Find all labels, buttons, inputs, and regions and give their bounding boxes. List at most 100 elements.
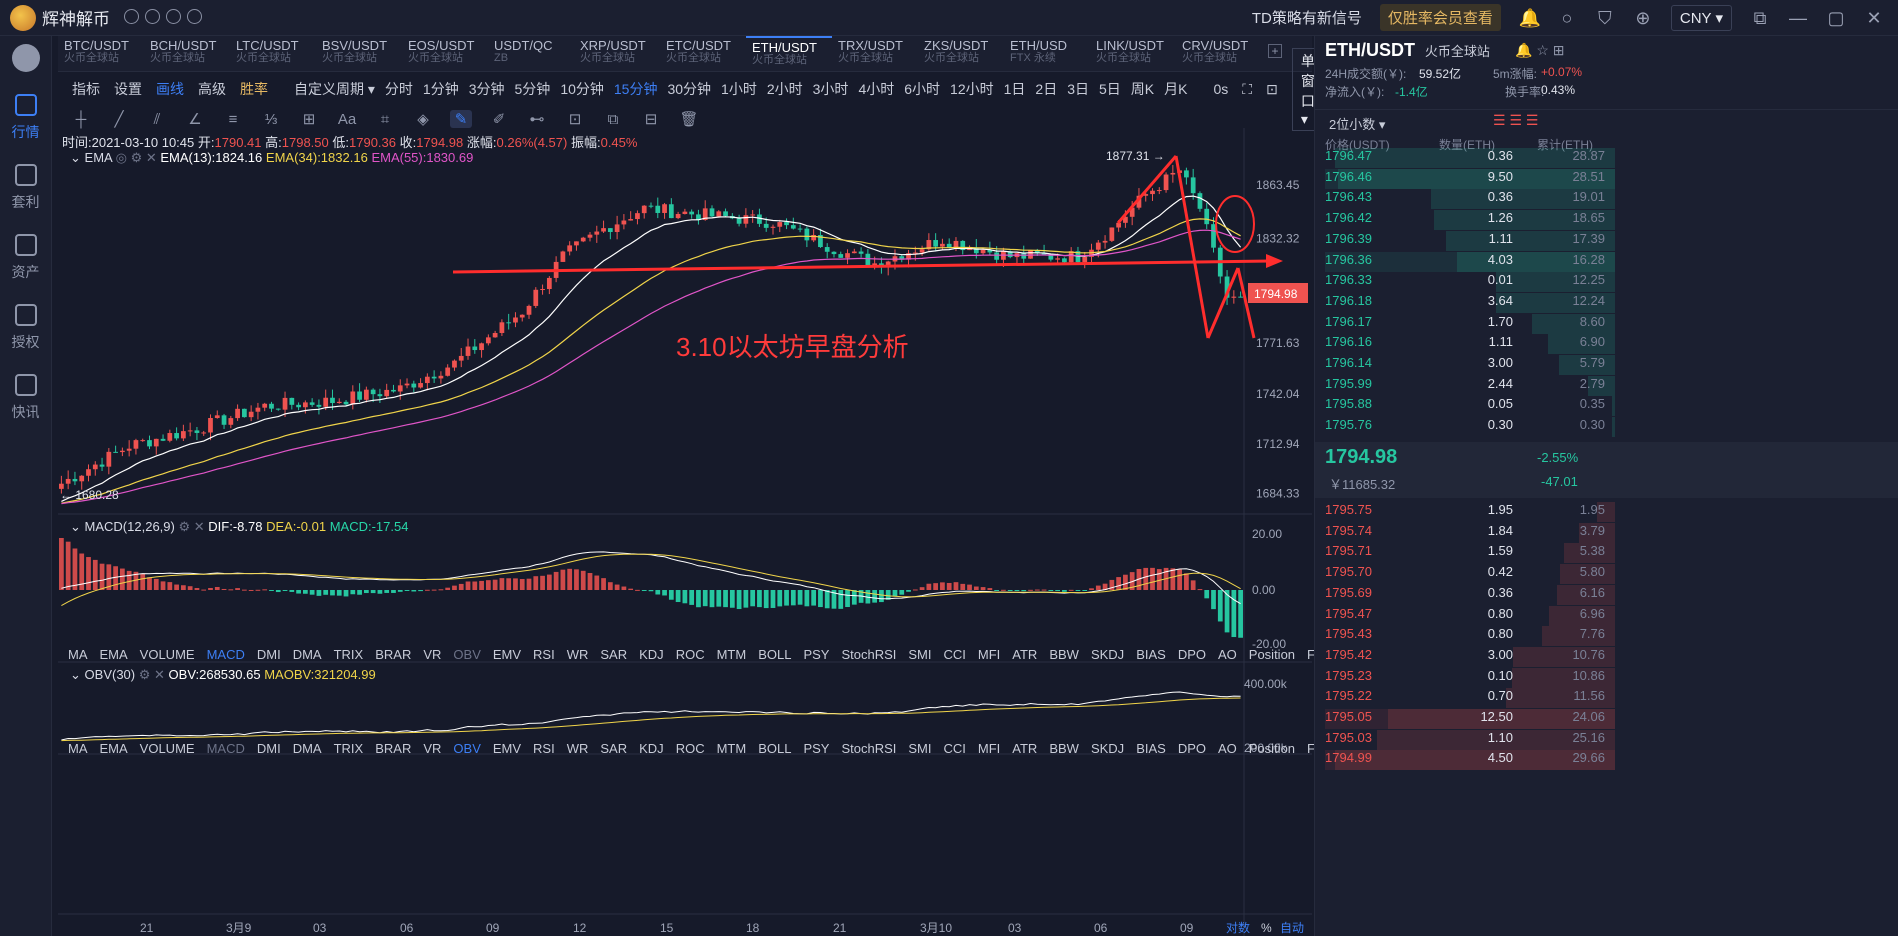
asks-row[interactable]: 1795.88 0.05 0.35 <box>1325 396 1898 417</box>
bids-row[interactable]: 1795.70 0.42 5.80 <box>1325 564 1898 585</box>
axis-option[interactable]: 对数 <box>1226 920 1250 935</box>
fullscreen-icon[interactable]: ⛶ <box>1242 81 1252 98</box>
asks-row[interactable]: 1796.14 3.00 5.79 <box>1325 355 1898 375</box>
asks-row[interactable]: 1796.36 4.03 16.28 <box>1325 251 1898 272</box>
draw-tool-11-icon[interactable]: ✐ <box>488 110 510 128</box>
indicator-dma[interactable]: DMA <box>293 741 322 756</box>
collapse-icon[interactable]: ⌄ <box>70 667 81 682</box>
sidebar-item-0[interactable]: 行情 <box>0 94 51 142</box>
draw-tool-8-icon[interactable]: ⌗ <box>374 111 396 128</box>
winrate-button[interactable]: 胜率 <box>240 79 268 99</box>
custom-period-select[interactable]: 自定义周期 ▾ <box>294 79 375 99</box>
maximize-icon[interactable]: ▢ <box>1826 8 1846 28</box>
settings-button[interactable]: 设置 <box>114 79 142 99</box>
symbol-tab-btc-usdt[interactable]: BTC/USDT 火币全球站 <box>58 36 144 71</box>
draw-button[interactable]: 画线 <box>156 79 184 99</box>
indicator-ema[interactable]: EMA <box>100 647 128 662</box>
sidebar-item-3[interactable]: 授权 <box>0 304 51 352</box>
indicator-roc[interactable]: ROC <box>676 741 705 756</box>
symbol-tab-bsv-usdt[interactable]: BSV/USDT 火币全球站 <box>316 36 402 71</box>
bids-row[interactable]: 1795.05 12.50 24.06 <box>1325 709 1898 729</box>
indicator-obv[interactable]: OBV <box>453 741 480 756</box>
indicator-boll[interactable]: BOLL <box>758 647 791 662</box>
indicator-psy[interactable]: PSY <box>803 741 829 756</box>
bids-row[interactable]: 1795.75 1.95 1.95 <box>1325 502 1898 522</box>
indicator-skdj[interactable]: SKDJ <box>1091 741 1124 756</box>
period-12[interactable]: 12小时 <box>950 79 994 99</box>
draw-tool-16-icon[interactable]: 🗑 <box>678 110 700 128</box>
refresh-icon[interactable] <box>187 8 202 24</box>
indicator-bias[interactable]: BIAS <box>1136 647 1166 662</box>
indicator-obv[interactable]: OBV <box>453 647 480 662</box>
indicator-smi[interactable]: SMI <box>908 647 931 662</box>
indicator-bias[interactable]: BIAS <box>1136 741 1166 756</box>
indicator-boll[interactable]: BOLL <box>758 741 791 756</box>
draw-tool-9-icon[interactable]: ◈ <box>412 110 434 128</box>
bids-row[interactable]: 1795.69 0.36 6.16 <box>1325 584 1898 605</box>
symbol-tab-usdt-qc[interactable]: USDT/QC ZB <box>488 36 574 71</box>
indicator-psy[interactable]: PSY <box>803 647 829 662</box>
indicator-trix[interactable]: TRIX <box>334 647 364 662</box>
bids-row[interactable]: 1795.42 3.00 10.76 <box>1325 646 1898 667</box>
indicator-wr[interactable]: WR <box>567 647 589 662</box>
indicator-brar[interactable]: BRAR <box>375 741 411 756</box>
indicator-button[interactable]: 指标 <box>72 79 100 99</box>
axis-option[interactable]: 自动 <box>1280 921 1304 935</box>
indicator-stochrsi[interactable]: StochRSI <box>841 647 896 662</box>
vip-button[interactable]: 仅胜率会员查看 <box>1379 4 1501 31</box>
settings-icon[interactable]: ⚙ ✕ <box>178 519 204 534</box>
symbol-tab-eth-usdt[interactable]: ETH/USDT 火币全球站 <box>746 36 832 71</box>
bids-row[interactable]: 1795.23 0.10 10.86 <box>1325 667 1898 688</box>
period-8[interactable]: 2小时 <box>767 79 803 99</box>
draw-tool-15-icon[interactable]: ⊟ <box>640 110 662 128</box>
symbol-tab-etc-usdt[interactable]: ETC/USDT 火币全球站 <box>660 36 746 71</box>
period-17[interactable]: 周K <box>1131 79 1154 99</box>
indicator-ma[interactable]: MA <box>68 741 88 756</box>
symbol-tab-bch-usdt[interactable]: BCH/USDT 火币全球站 <box>144 36 230 71</box>
screenshot-icon[interactable]: ⊡ <box>1266 81 1278 98</box>
indicator-trix[interactable]: TRIX <box>334 741 364 756</box>
indicator-wr[interactable]: WR <box>567 741 589 756</box>
pin-icon[interactable] <box>124 8 139 24</box>
asks-row[interactable]: 1796.46 9.50 28.51 <box>1325 168 1898 189</box>
search-icon[interactable]: ○ <box>1557 8 1577 28</box>
indicator-volume[interactable]: VOLUME <box>140 741 195 756</box>
asks-row[interactable]: 1796.42 1.26 18.65 <box>1325 210 1898 231</box>
axis-option[interactable]: % <box>1261 921 1272 935</box>
asks-row[interactable]: 1796.43 0.36 19.01 <box>1325 189 1898 210</box>
draw-tool-10-icon[interactable]: ✎ <box>450 110 472 128</box>
draw-tool-1-icon[interactable]: ╱ <box>108 110 130 128</box>
period-2[interactable]: 3分钟 <box>469 79 505 99</box>
indicator-rsi[interactable]: RSI <box>533 647 555 662</box>
bids-row[interactable]: 1795.22 0.70 11.56 <box>1325 688 1898 709</box>
close-icon[interactable]: ✕ <box>1864 8 1884 28</box>
indicator-mfi[interactable]: MFI <box>978 741 1000 756</box>
bell-icon[interactable]: 🔔 <box>1519 8 1541 28</box>
indicator-vr[interactable]: VR <box>423 741 441 756</box>
indicator-vr[interactable]: VR <box>423 647 441 662</box>
period-16[interactable]: 5日 <box>1099 79 1121 99</box>
indicator-roc[interactable]: ROC <box>676 647 705 662</box>
indicator-position[interactable]: Position <box>1249 741 1295 756</box>
indicator-dma[interactable]: DMA <box>293 647 322 662</box>
draw-tool-13-icon[interactable]: ⊡ <box>564 110 586 128</box>
add-symbol-button[interactable]: + <box>1268 44 1282 58</box>
bids-row[interactable]: 1794.99 4.50 29.66 <box>1325 750 1898 771</box>
indicator-mfi[interactable]: MFI <box>978 647 1000 662</box>
symbol-tab-link-usdt[interactable]: LINK/USDT 火币全球站 <box>1090 36 1176 71</box>
indicator-emv[interactable]: EMV <box>493 741 521 756</box>
decimals-select[interactable]: 2位小数 ▾ <box>1329 114 1385 133</box>
indicator-dpo[interactable]: DPO <box>1178 741 1206 756</box>
symbol-tab-eth-usd[interactable]: ETH/USD FTX 永续 <box>1004 36 1090 71</box>
symbol-tab-crv-usdt[interactable]: CRV/USDT 火币全球站 <box>1176 36 1262 71</box>
bids-row[interactable]: 1795.71 1.59 5.38 <box>1325 543 1898 564</box>
indicator-cci[interactable]: CCI <box>944 647 966 662</box>
indicator-cci[interactable]: CCI <box>944 741 966 756</box>
draw-tool-2-icon[interactable]: ⫽ <box>146 111 168 128</box>
external-icon[interactable]: ⧉ <box>1750 8 1770 28</box>
collapse-icon[interactable]: ⌄ <box>70 150 81 165</box>
shirt-icon[interactable]: ⛉ <box>1595 8 1615 28</box>
indicator-sar[interactable]: SAR <box>600 647 627 662</box>
clock-icon[interactable] <box>166 8 181 24</box>
indicator-kdj[interactable]: KDJ <box>639 741 664 756</box>
